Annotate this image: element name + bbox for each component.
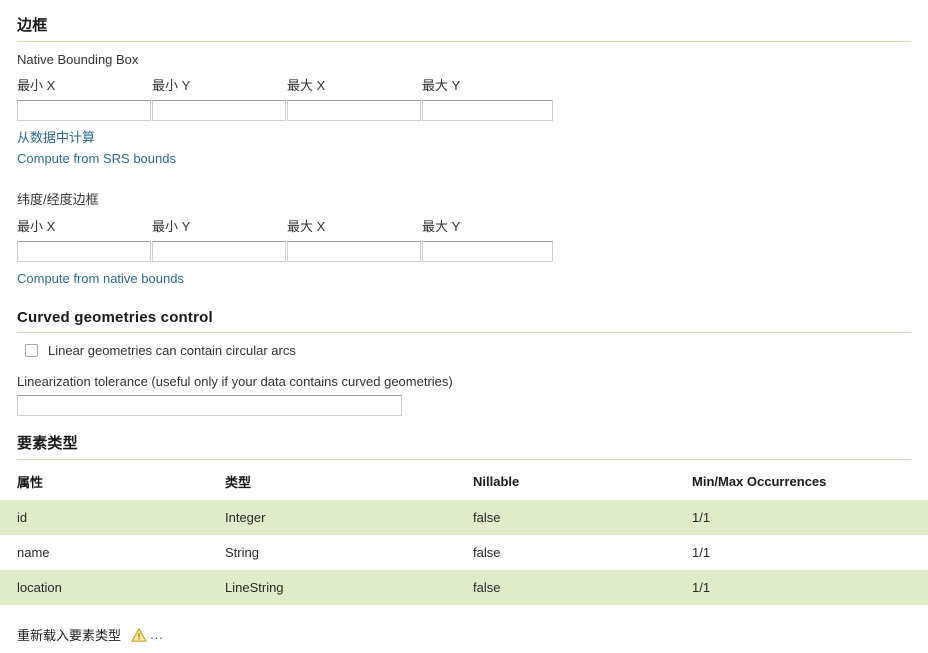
cell-attribute: location	[0, 570, 225, 605]
latlon-bounding-box-label: 纬度/经度边框	[17, 192, 99, 207]
native-bbox-label-max-x: 最大 X	[287, 78, 326, 93]
column-header-type: 类型	[225, 464, 473, 500]
section-title-curved-geometries: Curved geometries control	[17, 309, 213, 326]
native-bbox-min-x-input[interactable]	[17, 100, 151, 121]
cell-occurrences: 1/1	[692, 500, 928, 535]
latlon-bbox-max-x-input[interactable]	[287, 241, 421, 262]
latlon-bbox-max-y-input[interactable]	[422, 241, 553, 262]
latlon-bbox-label-max-y: 最大 Y	[422, 219, 461, 234]
latlon-bbox-min-y-input[interactable]	[152, 241, 286, 262]
section-title-feature-type: 要素类型	[17, 435, 78, 452]
table-row: id Integer false 1/1	[0, 500, 928, 535]
cell-nillable: false	[473, 570, 692, 605]
reload-ellipsis: ...	[150, 627, 164, 642]
cell-type: Integer	[225, 500, 473, 535]
cell-type: String	[225, 535, 473, 570]
cell-nillable: false	[473, 535, 692, 570]
feature-type-config-page: 边框 Native Bounding Box 最小 X 最小 Y 最大 X 最大…	[0, 0, 928, 653]
table-header-row: 属性 类型 Nillable Min/Max Occurrences	[0, 464, 928, 500]
circular-arcs-label: Linear geometries can contain circular a…	[48, 343, 296, 358]
latlon-bbox-label-min-x: 最小 X	[17, 219, 56, 234]
cell-nillable: false	[473, 500, 692, 535]
cell-attribute: id	[0, 500, 225, 535]
native-bbox-max-x-input[interactable]	[287, 100, 421, 121]
latlon-bbox-label-min-y: 最小 Y	[152, 219, 191, 234]
latlon-bbox-inputs	[17, 241, 553, 262]
linearization-tolerance-input[interactable]	[17, 395, 402, 416]
reload-feature-type-label[interactable]: 重新载入要素类型	[17, 625, 121, 644]
table-row: name String false 1/1	[0, 535, 928, 570]
latlon-bounding-box-group: 最小 X 最小 Y 最大 X 最大 Y	[0, 216, 928, 262]
table-row: location LineString false 1/1	[0, 570, 928, 605]
warning-triangle-icon	[131, 627, 147, 643]
attributes-table-body: id Integer false 1/1 name String false 1…	[0, 500, 928, 605]
cell-occurrences: 1/1	[692, 570, 928, 605]
native-bbox-label-min-x: 最小 X	[17, 78, 56, 93]
native-bbox-label-max-y: 最大 Y	[422, 78, 461, 93]
circular-arcs-checkbox[interactable]	[25, 344, 38, 357]
latlon-bbox-label-max-x: 最大 X	[287, 219, 326, 234]
compute-from-native-bounds-link[interactable]: Compute from native bounds	[0, 268, 928, 289]
compute-from-srs-bounds-link[interactable]: Compute from SRS bounds	[0, 148, 928, 169]
attributes-table-head: 属性 类型 Nillable Min/Max Occurrences	[0, 464, 928, 500]
circular-arcs-row[interactable]: Linear geometries can contain circular a…	[0, 343, 928, 358]
reload-feature-type-row[interactable]: 重新载入要素类型 ...	[0, 625, 928, 644]
native-bbox-min-y-input[interactable]	[152, 100, 286, 121]
attributes-table: 属性 类型 Nillable Min/Max Occurrences id In…	[0, 464, 928, 605]
cell-occurrences: 1/1	[692, 535, 928, 570]
latlon-bbox-min-x-input[interactable]	[17, 241, 151, 262]
column-header-nillable: Nillable	[473, 464, 692, 500]
compute-from-data-link[interactable]: 从数据中计算	[0, 127, 928, 148]
linearization-tolerance-label: Linearization tolerance (useful only if …	[17, 374, 453, 389]
latlon-bbox-column-labels: 最小 X 最小 Y 最大 X 最大 Y	[17, 216, 553, 235]
native-bounding-box-group: 最小 X 最小 Y 最大 X 最大 Y	[0, 75, 928, 121]
native-bbox-label-min-y: 最小 Y	[152, 78, 191, 93]
native-bbox-inputs	[17, 100, 553, 121]
native-bbox-max-y-input[interactable]	[422, 100, 553, 121]
native-bbox-column-labels: 最小 X 最小 Y 最大 X 最大 Y	[17, 75, 553, 94]
column-header-attribute: 属性	[0, 464, 225, 500]
native-bounding-box-label: Native Bounding Box	[17, 52, 139, 67]
column-header-occurrences: Min/Max Occurrences	[692, 464, 928, 500]
page-title-bounding-box: 边框	[17, 17, 48, 34]
cell-attribute: name	[0, 535, 225, 570]
cell-type: LineString	[225, 570, 473, 605]
